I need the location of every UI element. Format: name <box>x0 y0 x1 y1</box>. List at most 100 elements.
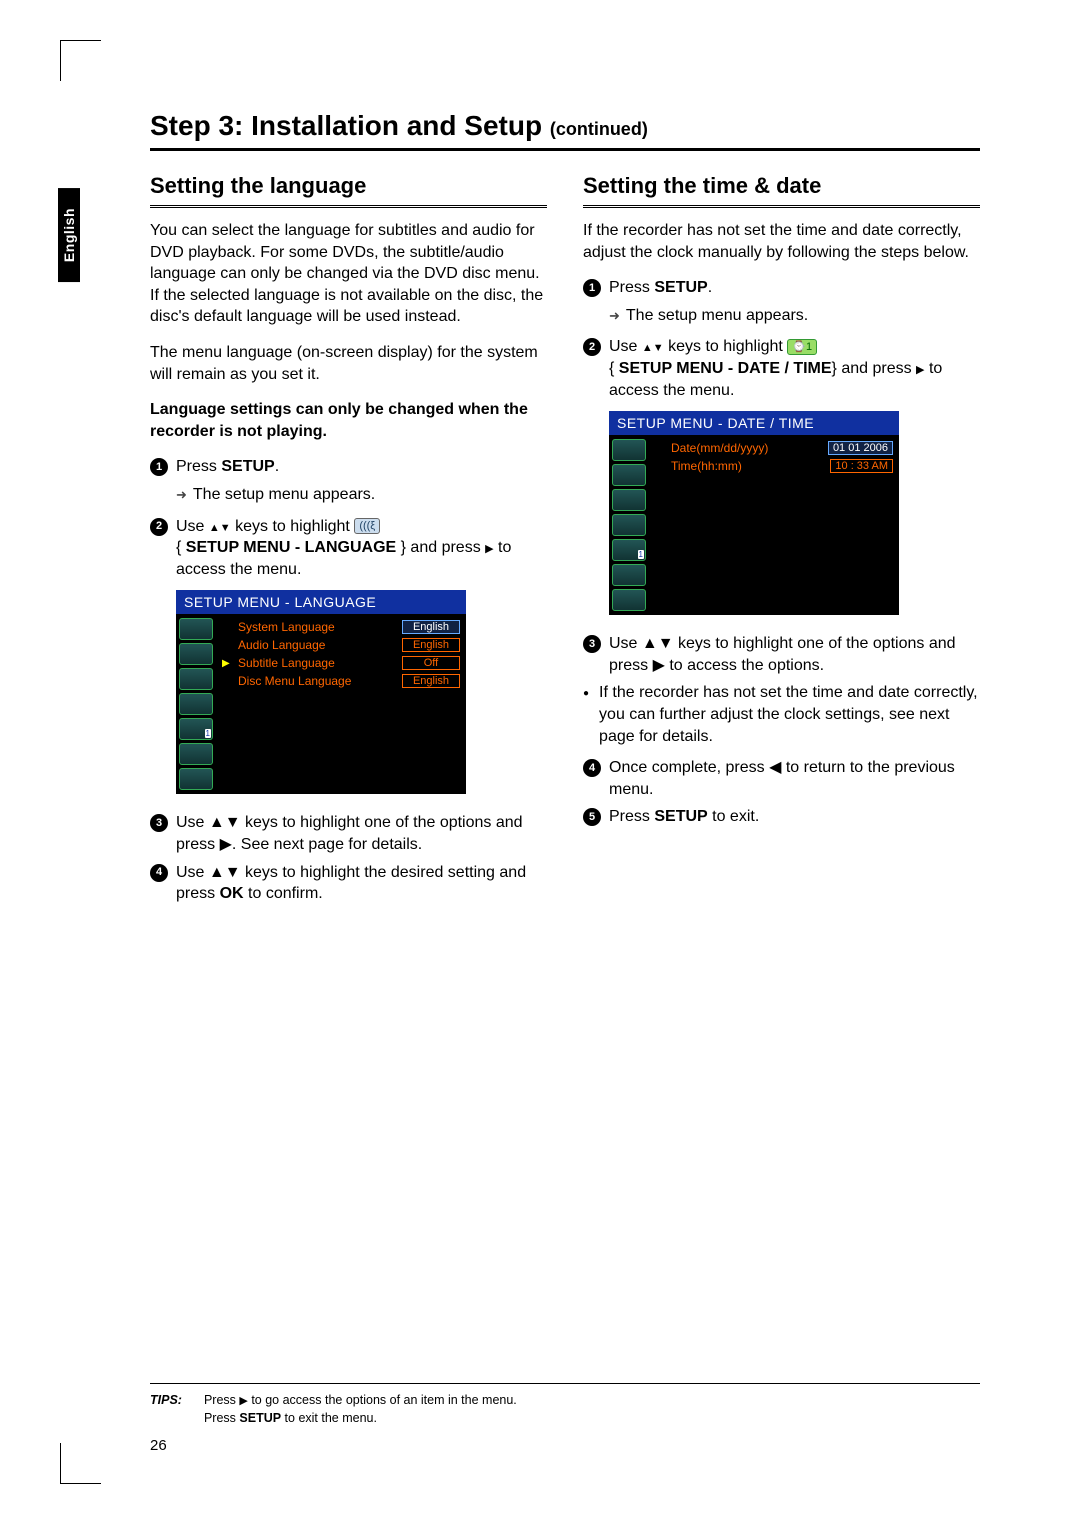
osd-row-label: Audio Language <box>238 638 396 652</box>
col-datetime: Setting the time & date If the recorder … <box>583 173 980 911</box>
step-badge-1: 1 <box>583 279 601 297</box>
t: to go access the options of an item in t… <box>248 1393 517 1407</box>
t: Press <box>204 1411 239 1425</box>
t: } and press <box>832 360 917 377</box>
osd-icon <box>179 743 213 765</box>
step-badge-3: 3 <box>150 814 168 832</box>
osd-row-label: Time(hh:mm) <box>671 459 824 473</box>
lang-step-4: 4 Use ▲▼ keys to highlight the desired s… <box>150 862 547 905</box>
osd-rows: Date(mm/dd/yyyy) 01 01 2006 Time(hh:mm)10 … <box>649 435 899 615</box>
osd-language: SETUP MENU - LANGUAGE 1 System Language E… <box>176 590 466 794</box>
osd-datetime: SETUP MENU - DATE / TIME 1 Date(mm/dd/yy… <box>609 411 899 615</box>
t: Press <box>176 458 221 475</box>
t: keys to highlight <box>664 338 788 355</box>
osd-row: ▶ Subtitle Language Off <box>222 654 460 672</box>
osd-title: SETUP MENU - LANGUAGE <box>176 590 466 614</box>
t: . <box>708 279 712 296</box>
page-number: 26 <box>150 1437 980 1454</box>
osd-icon <box>612 564 646 586</box>
t: SETUP <box>654 279 707 296</box>
t: to exit the menu. <box>281 1411 377 1425</box>
dt-step-1: 1 Press SETUP. <box>583 277 980 299</box>
dt-step-3: 3 Use ▲▼ keys to highlight one of the op… <box>583 633 980 676</box>
dt-step-5: 5 Press SETUP to exit. <box>583 806 980 828</box>
osd-icon: 1 <box>179 718 213 740</box>
dt-intro: If the recorder has not set the time and… <box>583 220 980 263</box>
right-arrow-icon <box>239 1393 247 1407</box>
osd-row-label: Subtitle Language <box>238 656 396 670</box>
step-badge-4: 4 <box>583 759 601 777</box>
step-badge-2: 2 <box>150 518 168 536</box>
osd-icon <box>612 489 646 511</box>
lang-step-2: 2 Use keys to highlight (((ξ { SETUP MEN… <box>150 516 547 581</box>
t: SETUP MENU - LANGUAGE <box>186 539 396 556</box>
osd-title: SETUP MENU - DATE / TIME <box>609 411 899 435</box>
crop-mark <box>60 1443 101 1484</box>
osd-row-value: English <box>402 620 460 634</box>
down-arrow-icon <box>220 518 231 535</box>
osd-row: Date(mm/dd/yyyy) 01 01 2006 <box>655 439 893 457</box>
language-tab: English <box>58 188 80 282</box>
osd-row: Time(hh:mm)10 : 33 AM <box>655 457 893 475</box>
t: The setup menu appears. <box>626 305 808 327</box>
right-arrow-icon <box>485 539 493 556</box>
step-badge-2: 2 <box>583 338 601 356</box>
tips-block: TIPS: Press to go access the options of … <box>150 1383 980 1427</box>
step-badge-4: 4 <box>150 864 168 882</box>
dt-bullet: If the recorder has not set the time and… <box>583 682 980 747</box>
t: . <box>275 458 279 475</box>
osd-row-value: Off <box>402 656 460 670</box>
osd-row: Audio Language English <box>222 636 460 654</box>
t: SETUP <box>654 808 707 825</box>
osd-row-label: System Language <box>238 620 396 634</box>
dt-step-2: 2 Use keys to highlight ⌚1 { SETUP MENU … <box>583 336 980 401</box>
title-main: Step 3: Installation and Setup <box>150 110 550 141</box>
t: to confirm. <box>244 885 323 902</box>
cursor-icon: ▶ <box>222 658 232 669</box>
osd-rows: System Language English Audio Language Engl… <box>216 614 466 794</box>
t: Press <box>609 279 654 296</box>
lang-step-1-sub: The setup menu appears. <box>176 484 547 506</box>
osd-row-value: English <box>402 638 460 652</box>
dt-step-1-sub: The setup menu appears. <box>609 305 980 327</box>
t: Use ▲▼ keys to highlight one of the opti… <box>176 812 547 855</box>
crop-mark <box>60 40 101 81</box>
osd-row-value: English <box>402 674 460 688</box>
t: OK <box>220 885 244 902</box>
t: Use <box>176 518 209 535</box>
osd-icon: 1 <box>612 539 646 561</box>
osd-icon <box>179 668 213 690</box>
t: keys to highlight <box>231 518 355 535</box>
osd-row-label: Disc Menu Language <box>238 674 396 688</box>
title-suffix: (continued) <box>550 119 648 139</box>
t: Use ▲▼ keys to highlight one of the opti… <box>609 633 980 676</box>
osd-row: Disc Menu Language English <box>222 672 460 690</box>
osd-icon <box>612 589 646 611</box>
osd-icon <box>179 768 213 790</box>
heading-datetime: Setting the time & date <box>583 173 980 208</box>
t: Use <box>609 338 642 355</box>
lang-intro-2: The menu language (on-screen display) fo… <box>150 342 547 385</box>
step-badge-3: 3 <box>583 635 601 653</box>
step-badge-5: 5 <box>583 808 601 826</box>
osd-icon <box>179 618 213 640</box>
lang-step-1: 1 Press SETUP. <box>150 456 547 478</box>
osd-row: System Language English <box>222 618 460 636</box>
col-language: Setting the language You can select the … <box>150 173 547 911</box>
t: SETUP MENU - DATE / TIME <box>619 360 832 377</box>
lang-intro-1: You can select the language for subtitle… <box>150 220 547 328</box>
osd-icon <box>612 439 646 461</box>
heading-language: Setting the language <box>150 173 547 208</box>
osd-row-value: 01 01 2006 <box>828 441 893 455</box>
down-arrow-icon <box>653 338 664 355</box>
osd-row-label: Date(mm/dd/yyyy) <box>671 441 822 455</box>
right-arrow-icon <box>916 360 924 377</box>
lang-step-3: 3 Use ▲▼ keys to highlight one of the op… <box>150 812 547 855</box>
t: Press <box>204 1393 239 1407</box>
lang-note: Language settings can only be changed wh… <box>150 399 547 442</box>
osd-icon <box>179 643 213 665</box>
osd-icon <box>612 464 646 486</box>
t: Once complete, press ◀ to return to the … <box>609 757 980 800</box>
t: If the recorder has not set the time and… <box>599 682 980 747</box>
t: to exit. <box>708 808 760 825</box>
